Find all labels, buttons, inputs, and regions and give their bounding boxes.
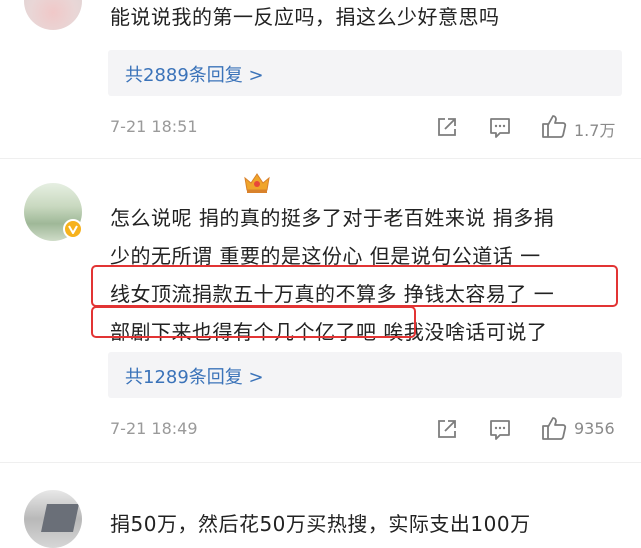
like-count: 9356	[574, 419, 615, 438]
avatar[interactable]	[24, 0, 82, 30]
view-replies-button[interactable]: 共2889条回复 >	[108, 50, 622, 96]
comment-icon[interactable]	[488, 418, 512, 446]
replies-link[interactable]: 共1289条回复 >	[125, 363, 264, 389]
comment-icon[interactable]	[488, 116, 512, 144]
like-count: 1.7万	[574, 121, 616, 140]
divider	[0, 462, 641, 463]
comment-text: 捐50万，然后花50万买热搜，实际支出100万	[110, 512, 531, 536]
timestamp: 7-21 18:49	[110, 419, 198, 438]
like-icon[interactable]	[540, 112, 568, 144]
crown-badge-icon	[244, 172, 270, 194]
timestamp: 7-21 18:51	[110, 117, 198, 136]
like-icon[interactable]	[540, 414, 568, 446]
share-icon[interactable]	[436, 116, 458, 142]
avatar[interactable]	[24, 490, 82, 548]
view-replies-button[interactable]: 共1289条回复 >	[108, 352, 622, 398]
comment-line: 怎么说呢 捐的真的挺多了对于老百姓来说 捐多捐	[110, 206, 555, 230]
share-icon[interactable]	[436, 418, 458, 444]
divider	[0, 158, 641, 159]
replies-link[interactable]: 共2889条回复 >	[125, 61, 264, 87]
comment-text: 能说说我的第一反应吗，捐这么少好意思吗	[110, 5, 500, 29]
highlight-box	[91, 265, 618, 307]
verified-badge-icon	[63, 219, 83, 239]
highlight-box	[91, 306, 416, 338]
